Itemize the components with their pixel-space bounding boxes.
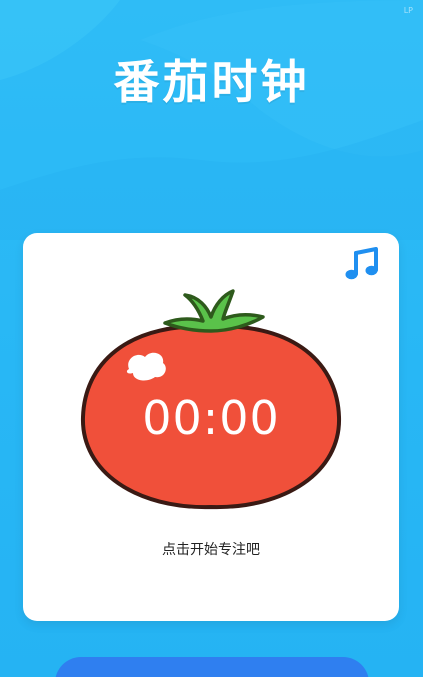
timer-display: 00:00 <box>142 391 280 445</box>
corner-watermark: LP <box>403 6 413 15</box>
timer-card: 00:00 点击开始专注吧 <box>23 233 399 621</box>
app-title: 番茄时钟 <box>113 55 310 109</box>
start-hint: 点击开始专注吧 <box>162 542 260 558</box>
bottom-action-button[interactable] <box>55 657 369 677</box>
music-note-icon <box>345 247 378 280</box>
music-button[interactable] <box>343 247 381 281</box>
